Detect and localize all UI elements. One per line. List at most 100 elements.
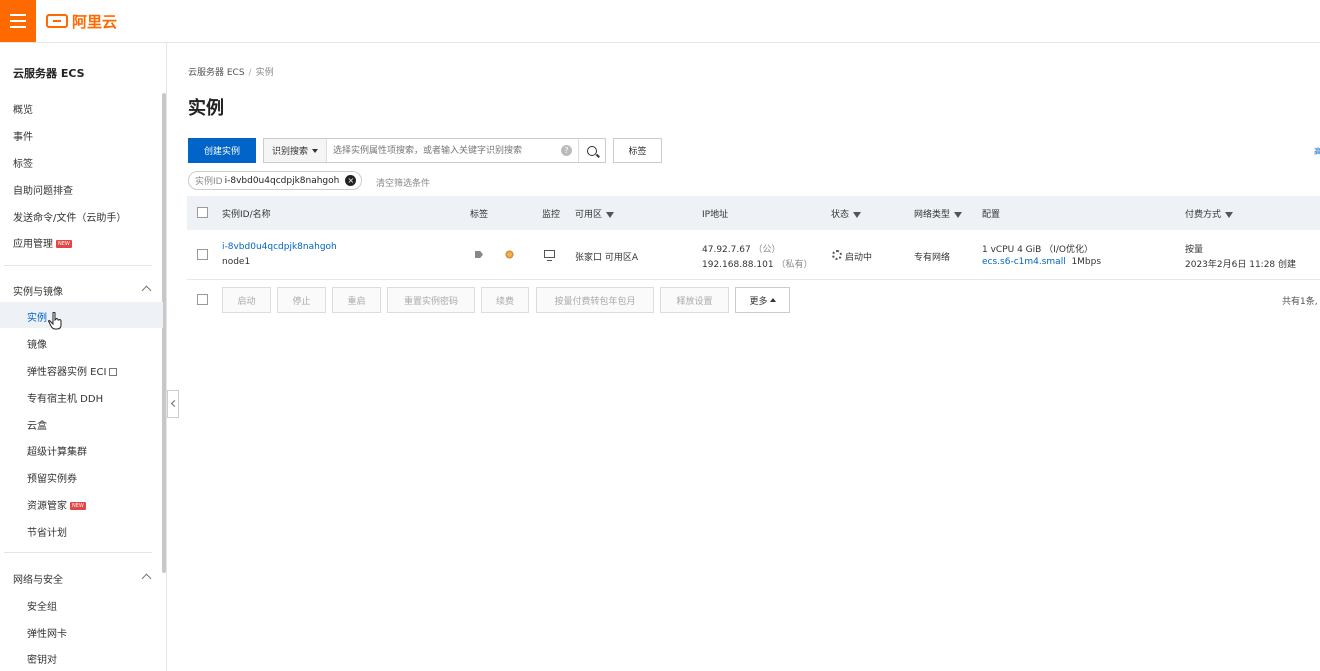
release-settings-button[interactable]: 释放设置: [660, 287, 729, 313]
sidebar-item-scc[interactable]: 超级计算集群: [27, 443, 87, 458]
sidebar-item-label: 应用管理: [13, 239, 53, 250]
instance-type-link[interactable]: ecs.s6-c1m4.small: [982, 257, 1066, 267]
column-header-status[interactable]: 状态: [831, 207, 862, 220]
page-title: 实例: [188, 98, 224, 119]
logo-text: 阿里云: [72, 12, 118, 31]
sidebar-item-label: 资源管家: [27, 501, 67, 512]
sidebar-item-resource-manager[interactable]: 资源管家 NEW: [27, 497, 86, 512]
hand-cursor-icon: [48, 312, 62, 330]
renew-button[interactable]: 续费: [481, 287, 529, 313]
sidebar-item-images[interactable]: 镜像: [27, 336, 47, 351]
column-header-zone[interactable]: 可用区: [575, 207, 615, 220]
help-icon[interactable]: ?: [561, 145, 572, 156]
row-checkbox[interactable]: [197, 249, 208, 260]
aliyun-logo[interactable]: 阿里云: [46, 10, 117, 32]
search-type-dropdown[interactable]: 识别搜索: [264, 139, 328, 162]
start-button[interactable]: 启动: [222, 287, 271, 313]
sidebar-item-instances[interactable]: 实例: [0, 302, 163, 328]
sidebar-group-instances-images[interactable]: 实例与镜像: [13, 283, 63, 298]
new-badge: NEW: [56, 240, 72, 248]
sidebar-item-send-command[interactable]: 发送命令/文件（云助手）: [13, 209, 126, 224]
sidebar-item-cloudbox[interactable]: 云盒: [27, 417, 47, 432]
created-time: 2023年2月6日 11:28 创建: [1185, 260, 1297, 270]
private-ip-tag: （私有）: [776, 260, 813, 270]
clear-filters-link[interactable]: 清空筛选条件: [376, 176, 430, 189]
reset-password-button[interactable]: 重置实例密码: [387, 287, 475, 313]
advanced-link[interactable]: 高: [1314, 146, 1320, 157]
filter-icon[interactable]: [954, 211, 963, 218]
column-header-label: 可用区: [575, 210, 603, 220]
filter-icon[interactable]: [853, 211, 862, 218]
sidebar-item-app-management[interactable]: 应用管理 NEW: [13, 235, 72, 250]
sidebar-group-network-security[interactable]: 网络与安全: [13, 571, 63, 586]
column-header-billing[interactable]: 付费方式: [1185, 207, 1234, 220]
sidebar-scrollbar[interactable]: [162, 93, 166, 573]
tag-button[interactable]: 标签: [613, 138, 662, 163]
search-button[interactable]: [578, 139, 605, 162]
column-header-id: 实例ID/名称: [222, 210, 271, 220]
sidebar-item-overview[interactable]: 概览: [13, 101, 33, 116]
filter-icon[interactable]: [1225, 211, 1234, 218]
hamburger-icon[interactable]: [0, 0, 36, 42]
sidebar: 云服务器 ECS 概览 事件 标签 自助问题排查 发送命令/文件（云助手） 应用…: [0, 43, 167, 671]
new-badge: NEW: [70, 502, 86, 510]
search-icon: [587, 145, 597, 156]
search-type-label: 识别搜索: [272, 147, 309, 157]
sidebar-item-eni[interactable]: 弹性网卡: [27, 625, 67, 640]
select-all-checkbox[interactable]: [197, 207, 208, 218]
chevron-up-icon[interactable]: [141, 573, 152, 584]
batch-select-checkbox[interactable]: [197, 294, 208, 305]
config: 1 vCPU 4 GiB （I/O优化）: [982, 245, 1093, 255]
sidebar-item-troubleshoot[interactable]: 自助问题排查: [13, 182, 73, 197]
monitor-icon[interactable]: [544, 250, 555, 262]
instance-type: ecs.s6-c1m4.small 1Mbps: [982, 257, 1101, 267]
column-header-tags: 标签: [470, 210, 489, 220]
zone: 张家口 可用区A: [575, 253, 639, 263]
sidebar-item-security-group[interactable]: 安全组: [27, 598, 57, 613]
aliyun-bracket-icon: [46, 14, 68, 28]
sidebar-item-tags[interactable]: 标签: [13, 155, 33, 170]
sidebar-item-label: 实例: [27, 313, 47, 324]
sidebar-item-keypair[interactable]: 密钥对: [27, 651, 57, 666]
sidebar-item-reserved[interactable]: 预留实例券: [27, 470, 77, 485]
filter-key: 实例ID: [195, 177, 223, 187]
tag-icon[interactable]: [475, 251, 483, 258]
search-box: 识别搜索 ?: [263, 138, 606, 163]
caret-down-icon: [312, 148, 319, 153]
column-header-network[interactable]: 网络类型: [914, 207, 963, 220]
sidebar-item-label: 弹性容器实例 ECI: [27, 367, 107, 378]
instance-id-link[interactable]: i-8vbd0u4qcdpjk8nahgoh: [222, 242, 337, 252]
column-header-label: 网络类型: [914, 210, 951, 220]
column-header-config: 配置: [982, 210, 1001, 220]
table-row: i-8vbd0u4qcdpjk8nahgoh node1 张家口 可用区A 47…: [187, 231, 1320, 280]
public-ip-tag: （公）: [753, 245, 781, 255]
caret-up-icon: [769, 298, 776, 302]
private-ip: 192.168.88.101 （私有）: [702, 257, 812, 270]
network-type: 专有网络: [914, 253, 951, 263]
table-header: 实例ID/名称 标签 监控 可用区 IP地址 状态 网络类型 配置 付费方式: [187, 196, 1320, 230]
breadcrumb-root[interactable]: 云服务器 ECS: [188, 68, 245, 78]
column-header-ip: IP地址: [702, 210, 729, 220]
restart-button[interactable]: 重启: [332, 287, 381, 313]
instance-name: node1: [222, 257, 251, 267]
sidebar-item-savings-plan[interactable]: 节省计划: [27, 524, 67, 539]
convert-billing-button[interactable]: 按量付费转包年包月: [536, 287, 654, 313]
filter-chip: 实例ID i-8vbd0u4qcdpjk8nahgoh ×: [188, 171, 363, 190]
filter-value: i-8vbd0u4qcdpjk8nahgoh: [224, 175, 340, 186]
sidebar-collapse-button[interactable]: [167, 390, 179, 418]
resource-group-icon[interactable]: [505, 250, 514, 259]
more-button[interactable]: 更多: [735, 287, 790, 313]
column-header-monitor: 监控: [542, 210, 561, 220]
remove-filter-icon[interactable]: ×: [345, 175, 357, 186]
breadcrumb-separator: /: [248, 68, 252, 78]
bandwidth: 1Mbps: [1071, 257, 1102, 267]
chevron-up-icon[interactable]: [141, 285, 152, 296]
search-input[interactable]: [327, 140, 561, 161]
column-header-label: 状态: [831, 210, 850, 220]
sidebar-item-eci[interactable]: 弹性容器实例 ECI: [27, 363, 118, 378]
stop-button[interactable]: 停止: [277, 287, 326, 313]
filter-icon[interactable]: [606, 211, 615, 218]
sidebar-item-ddh[interactable]: 专有宿主机 DDH: [27, 390, 103, 405]
create-instance-button[interactable]: 创建实例: [188, 138, 256, 163]
sidebar-item-events[interactable]: 事件: [13, 128, 33, 143]
